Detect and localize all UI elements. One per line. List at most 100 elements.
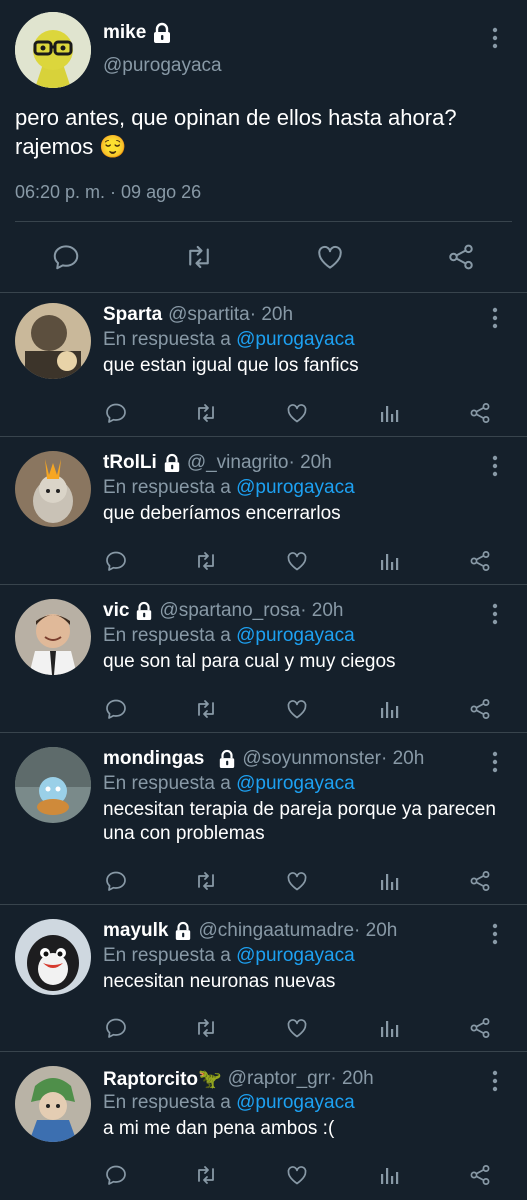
reply-to-link[interactable]: @purogayaca	[236, 945, 355, 966]
avatar[interactable]	[15, 747, 91, 823]
retweet-icon[interactable]	[193, 696, 219, 722]
comment-icon[interactable]	[103, 1015, 129, 1041]
comment-icon[interactable]	[103, 868, 129, 894]
comment-icon[interactable]	[103, 548, 129, 574]
reply-tweet[interactable]: tRolLi @_vinagrito · 20h En respuesta a …	[0, 441, 527, 583]
more-options-icon[interactable]	[488, 454, 502, 478]
more-options-icon[interactable]	[488, 306, 502, 330]
author-name[interactable]: Sparta	[103, 304, 162, 326]
reply-prefix: En respuesta a	[103, 773, 231, 794]
reply-to-link[interactable]: @purogayaca	[236, 329, 355, 350]
retweet-icon[interactable]	[193, 1015, 219, 1041]
heart-icon[interactable]	[284, 400, 310, 426]
retweet-icon[interactable]	[193, 1162, 219, 1188]
more-options-icon[interactable]	[488, 750, 502, 774]
lock-icon	[174, 921, 192, 941]
divider	[0, 436, 527, 437]
author-handle[interactable]: @spartano_rosa	[159, 600, 300, 622]
comment-icon[interactable]	[103, 696, 129, 722]
reply-prefix: En respuesta a	[103, 945, 231, 966]
author-handle[interactable]: @raptor_grr	[228, 1068, 331, 1090]
divider	[15, 221, 512, 222]
reply-header: Raptorcito🦖 @raptor_grr · 20h	[103, 1067, 374, 1091]
heart-icon[interactable]	[284, 548, 310, 574]
author-name[interactable]: Raptorcito🦖	[103, 1067, 222, 1091]
share-icon[interactable]	[467, 696, 493, 722]
avatar[interactable]	[15, 12, 91, 88]
reply-prefix: En respuesta a	[103, 625, 231, 646]
author-handle[interactable]: @purogayaca	[103, 55, 222, 77]
reply-to-link[interactable]: @purogayaca	[236, 1092, 355, 1113]
comment-icon[interactable]	[51, 242, 81, 272]
reply-tweet[interactable]: mayulk @chingaatumadre · 20h En respuest…	[0, 909, 527, 1051]
author-handle[interactable]: @_vinagrito	[187, 452, 289, 474]
divider	[0, 732, 527, 733]
more-options-icon[interactable]	[488, 26, 502, 50]
avatar[interactable]	[15, 451, 91, 527]
reply-header: tRolLi @_vinagrito · 20h	[103, 452, 332, 474]
retweet-icon[interactable]	[193, 400, 219, 426]
reply-to-link[interactable]: @purogayaca	[236, 625, 355, 646]
retweet-icon[interactable]	[193, 548, 219, 574]
reply-to-link[interactable]: @purogayaca	[236, 477, 355, 498]
avatar[interactable]	[15, 919, 91, 995]
reply-text: a mi me dan pena ambos :(	[103, 1118, 335, 1139]
heart-icon[interactable]	[284, 1162, 310, 1188]
reply-time: · 20h	[330, 1068, 374, 1089]
more-options-icon[interactable]	[488, 602, 502, 626]
replying-to: En respuesta a @purogayaca	[103, 625, 355, 647]
reply-tweet[interactable]: Raptorcito🦖 @raptor_grr · 20h En respues…	[0, 1056, 527, 1200]
author-handle[interactable]: @soyunmonster	[242, 748, 381, 770]
heart-icon[interactable]	[315, 242, 345, 272]
author-name[interactable]: mondingas	[103, 748, 204, 770]
retweet-icon[interactable]	[184, 242, 214, 272]
comment-icon[interactable]	[103, 1162, 129, 1188]
reply-tweet[interactable]: mondingas @soyunmonster · 20h En respues…	[0, 737, 527, 903]
analytics-icon[interactable]	[376, 1162, 402, 1188]
reply-text: necesitan terapia de pareja porque ya pa…	[103, 799, 496, 844]
reply-to-link[interactable]: @purogayaca	[236, 773, 355, 794]
reply-time: · 20h	[300, 600, 344, 621]
reply-text: que son tal para cual y muy ciegos	[103, 651, 396, 672]
heart-icon[interactable]	[284, 696, 310, 722]
analytics-icon[interactable]	[376, 548, 402, 574]
avatar[interactable]	[15, 303, 91, 379]
replying-to: En respuesta a @purogayaca	[103, 477, 355, 499]
lock-icon	[135, 601, 153, 621]
reply-header: Sparta @spartita · 20h	[103, 304, 293, 326]
share-icon[interactable]	[467, 400, 493, 426]
author-handle[interactable]: @chingaatumadre	[198, 920, 354, 942]
reply-actions	[103, 1015, 503, 1041]
author-handle[interactable]: @spartita	[168, 304, 250, 326]
author-name[interactable]: vic	[103, 600, 129, 622]
analytics-icon[interactable]	[376, 400, 402, 426]
analytics-icon[interactable]	[376, 1015, 402, 1041]
author-name[interactable]: tRolLi	[103, 452, 157, 474]
author-name[interactable]: mike	[103, 22, 172, 44]
analytics-icon[interactable]	[376, 868, 402, 894]
comment-icon[interactable]	[103, 400, 129, 426]
avatar[interactable]	[15, 1066, 91, 1142]
heart-icon[interactable]	[284, 1015, 310, 1041]
reply-tweet[interactable]: Sparta @spartita · 20h En respuesta a @p…	[0, 293, 527, 436]
share-icon[interactable]	[446, 242, 476, 272]
reply-prefix: En respuesta a	[103, 1092, 231, 1113]
heart-icon[interactable]	[284, 868, 310, 894]
reply-actions	[103, 696, 503, 722]
retweet-icon[interactable]	[193, 868, 219, 894]
avatar[interactable]	[15, 599, 91, 675]
reply-text: necesitan neuronas nuevas	[103, 971, 336, 992]
reply-actions	[103, 548, 503, 574]
share-icon[interactable]	[467, 548, 493, 574]
share-icon[interactable]	[467, 868, 493, 894]
reply-time: · 20h	[380, 748, 425, 769]
analytics-icon[interactable]	[376, 696, 402, 722]
share-icon[interactable]	[467, 1015, 493, 1041]
more-options-icon[interactable]	[488, 922, 502, 946]
reply-tweet[interactable]: vic @spartano_rosa · 20h En respuesta a …	[0, 589, 527, 731]
more-options-icon[interactable]	[488, 1069, 502, 1093]
main-tweet: mike @purogayaca pero antes, que opinan …	[0, 0, 527, 292]
reply-header: vic @spartano_rosa · 20h	[103, 600, 344, 622]
share-icon[interactable]	[467, 1162, 493, 1188]
author-name[interactable]: mayulk	[103, 920, 168, 942]
